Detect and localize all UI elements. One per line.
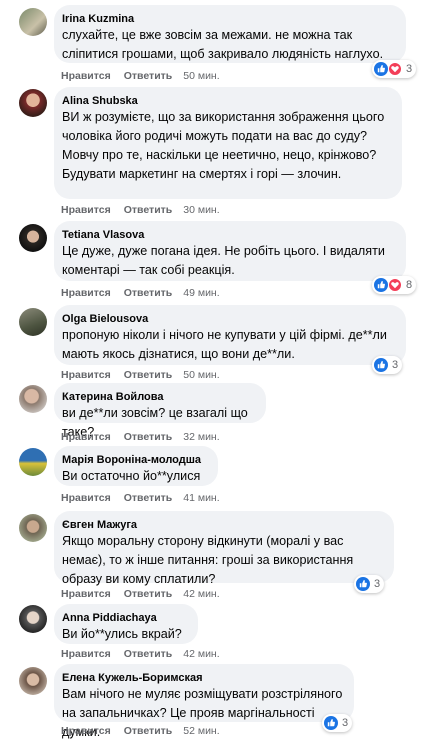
like-reaction-icon (324, 716, 338, 730)
comment-text: Якщо моральну сторону відкинути (моралі … (62, 534, 354, 586)
reply-link[interactable]: Ответить (124, 287, 173, 299)
avatar[interactable] (19, 8, 47, 36)
avatar[interactable] (19, 224, 47, 252)
comment-author[interactable]: Alina Shubska (62, 94, 392, 108)
comment-actions: Нравится Ответить 30 мин. (61, 204, 233, 216)
comment-time[interactable]: 50 мин. (183, 369, 219, 381)
avatar[interactable] (19, 605, 47, 633)
reaction-count[interactable]: 3 (372, 356, 403, 374)
heart-reaction-icon (388, 62, 402, 76)
comment-bubble: Марія Вороніна-молодша Ви остаточно йо**… (54, 446, 218, 486)
comment-actions: Нравится Ответить 42 мин. (61, 648, 233, 660)
comment-author[interactable]: Євген Мажуга (62, 518, 384, 532)
comment-author[interactable]: Катерина Войлова (62, 390, 256, 404)
avatar[interactable] (19, 89, 47, 117)
comment-time[interactable]: 50 мин. (183, 70, 219, 82)
comment-text: пропоную ніколи і нічого не купувати у ц… (62, 328, 387, 361)
comment-text: слухайте, це вже зовсім за межами. не мо… (62, 28, 384, 61)
comment-time[interactable]: 42 мин. (183, 588, 219, 600)
comment-text: Це дуже, дуже погана ідея. Не робіть цьо… (62, 244, 385, 277)
avatar[interactable] (19, 308, 47, 336)
comment-text: ВИ ж розумієте, що за використання зобра… (62, 110, 385, 181)
reaction-number: 8 (406, 279, 413, 291)
comment-time[interactable]: 52 мин. (183, 725, 219, 737)
comment-actions: Нравится Ответить 32 мин. (61, 431, 233, 443)
comment-text: Ви йо**улись вкрай? (62, 627, 182, 641)
like-reaction-icon (374, 278, 388, 292)
reaction-count[interactable]: 3 (354, 575, 385, 593)
avatar[interactable] (19, 448, 47, 476)
like-link[interactable]: Нравится (61, 492, 111, 504)
reply-link[interactable]: Ответить (124, 725, 173, 737)
reply-link[interactable]: Ответить (124, 648, 173, 660)
comment-bubble: Євген Мажуга Якщо моральну сторону відки… (54, 511, 394, 586)
comment-actions: Нравится Ответить 52 мин. (61, 725, 233, 737)
reaction-count[interactable]: 3 (372, 60, 417, 78)
reaction-count[interactable]: 8 (372, 276, 417, 294)
comment-bubble: Anna Piddiachaya Ви йо**улись вкрай? (54, 604, 198, 644)
reaction-number: 3 (374, 578, 381, 590)
comment-actions: Нравится Ответить 41 мин. (61, 492, 233, 504)
reaction-number: 3 (392, 359, 399, 371)
like-link[interactable]: Нравится (61, 648, 111, 660)
reply-link[interactable]: Ответить (124, 369, 173, 381)
like-link[interactable]: Нравится (61, 204, 111, 216)
comment-bubble: Елена Кужель-Боримская Вам нічого не мул… (54, 664, 354, 739)
comment-actions: Нравится Ответить 42 мин. (61, 588, 233, 600)
reply-link[interactable]: Ответить (124, 70, 173, 82)
comment-bubble: Irina Kuzmina слухайте, це вже зовсім за… (54, 5, 406, 63)
comment-actions: Нравится Ответить 50 мин. (61, 70, 233, 82)
like-link[interactable]: Нравится (61, 369, 111, 381)
comment-bubble: Катерина Войлова ви де**ли зовсім? це вз… (54, 383, 266, 439)
comment-text: Ви остаточно йо**улися (62, 469, 201, 483)
avatar[interactable] (19, 514, 47, 542)
reply-link[interactable]: Ответить (124, 492, 173, 504)
reply-link[interactable]: Ответить (124, 431, 173, 443)
like-link[interactable]: Нравится (61, 70, 111, 82)
like-link[interactable]: Нравится (61, 287, 111, 299)
comment-author[interactable]: Anna Piddiachaya (62, 611, 188, 625)
comment-author[interactable]: Tetiana Vlasova (62, 228, 396, 242)
like-link[interactable]: Нравится (61, 588, 111, 600)
like-reaction-icon (374, 358, 388, 372)
reaction-count[interactable]: 3 (322, 714, 353, 732)
comment-time[interactable]: 32 мин. (183, 431, 219, 443)
reply-link[interactable]: Ответить (124, 588, 173, 600)
like-link[interactable]: Нравится (61, 431, 111, 443)
comment-actions: Нравится Ответить 50 мин. (61, 369, 233, 381)
comment-time[interactable]: 49 мин. (183, 287, 219, 299)
avatar[interactable] (19, 385, 47, 413)
heart-reaction-icon (388, 278, 402, 292)
comment-author[interactable]: Марія Вороніна-молодша (62, 453, 208, 467)
avatar[interactable] (19, 667, 47, 695)
reaction-number: 3 (406, 63, 413, 75)
reaction-number: 3 (342, 717, 349, 729)
comment-author[interactable]: Елена Кужель-Боримская (62, 671, 344, 685)
comment-author[interactable]: Irina Kuzmina (62, 12, 396, 26)
comment-bubble: Tetiana Vlasova Це дуже, дуже погана іде… (54, 221, 406, 281)
comment-time[interactable]: 30 мин. (183, 204, 219, 216)
like-link[interactable]: Нравится (61, 725, 111, 737)
comment-time[interactable]: 41 мин. (183, 492, 219, 504)
comment-bubble: Alina Shubska ВИ ж розумієте, що за вико… (54, 87, 402, 199)
comment-bubble: Olga Bielousova пропоную ніколи і нічого… (54, 305, 406, 365)
reply-link[interactable]: Ответить (124, 204, 173, 216)
like-reaction-icon (374, 62, 388, 76)
comment-author[interactable]: Olga Bielousova (62, 312, 396, 326)
like-reaction-icon (356, 577, 370, 591)
comment-time[interactable]: 42 мин. (183, 648, 219, 660)
comment-actions: Нравится Ответить 49 мин. (61, 287, 233, 299)
